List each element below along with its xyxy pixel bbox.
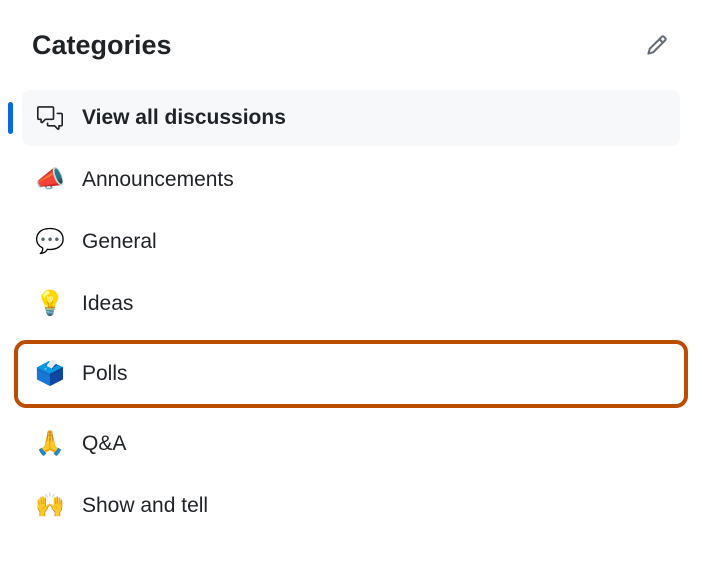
category-item-ideas[interactable]: 💡 Ideas — [22, 276, 680, 332]
categories-header: Categories — [22, 28, 680, 62]
category-label: View all discussions — [82, 106, 286, 130]
category-label: Polls — [82, 362, 128, 386]
category-label: Ideas — [82, 292, 133, 316]
category-item-qa[interactable]: 🙏 Q&A — [22, 416, 680, 472]
category-item-show-and-tell[interactable]: 🙌 Show and tell — [22, 478, 680, 534]
lightbulb-icon: 💡 — [36, 290, 64, 318]
raised-hands-icon: 🙌 — [36, 492, 64, 520]
speech-bubble-icon: 💬 — [36, 228, 64, 256]
category-label: Show and tell — [82, 494, 208, 518]
category-label: Announcements — [82, 168, 234, 192]
discussions-icon — [36, 104, 64, 132]
pray-icon: 🙏 — [36, 430, 64, 458]
edit-categories-button[interactable] — [640, 28, 674, 62]
category-label: Q&A — [82, 432, 126, 456]
categories-title: Categories — [32, 30, 172, 61]
megaphone-icon: 📣 — [36, 166, 64, 194]
ballot-box-icon: 🗳️ — [36, 360, 64, 388]
category-item-announcements[interactable]: 📣 Announcements — [22, 152, 680, 208]
category-list: View all discussions 📣 Announcements 💬 G… — [22, 90, 680, 534]
category-item-polls[interactable]: 🗳️ Polls — [22, 346, 680, 402]
pencil-icon — [646, 34, 668, 56]
category-item-general[interactable]: 💬 General — [22, 214, 680, 270]
category-label: General — [82, 230, 157, 254]
highlight-box: 🗳️ Polls — [14, 340, 688, 408]
category-item-view-all[interactable]: View all discussions — [22, 90, 680, 146]
